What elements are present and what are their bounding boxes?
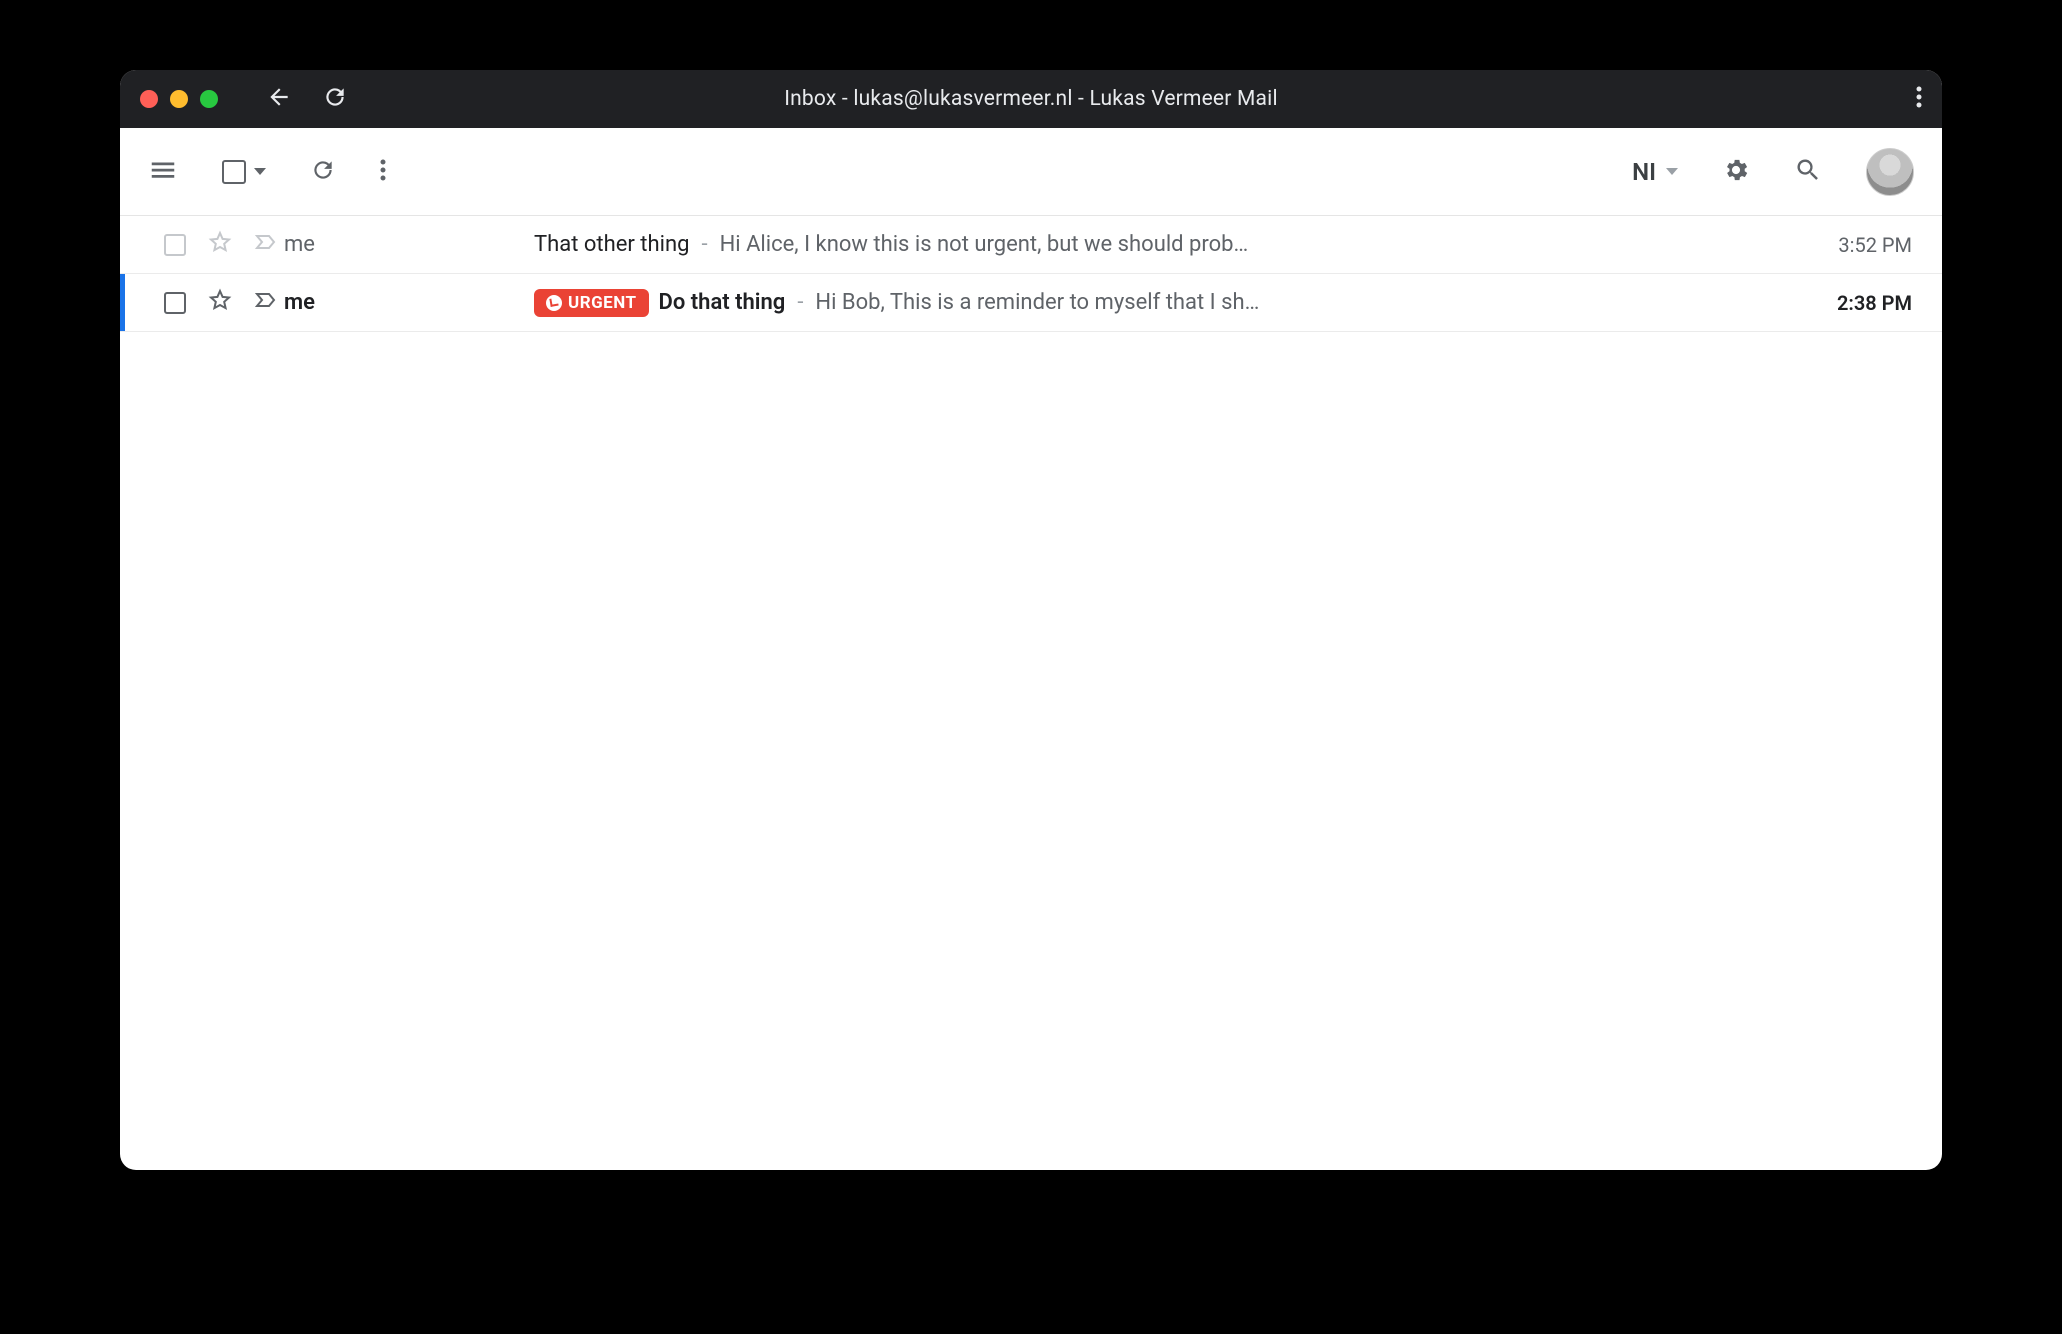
search-icon[interactable]: [1794, 156, 1822, 188]
sender: me: [284, 232, 534, 257]
important-icon[interactable]: [254, 288, 278, 318]
row-checkbox[interactable]: [164, 234, 186, 256]
input-tools-label: NI: [1632, 158, 1656, 186]
timestamp: 3:52 PM: [1802, 233, 1912, 257]
input-tools-button[interactable]: NI: [1632, 158, 1678, 186]
subject: That other thing: [534, 232, 689, 257]
subject: Do that thing: [659, 290, 786, 315]
back-icon[interactable]: [266, 84, 292, 114]
titlebar: Inbox - lukas@lukasvermeer.nl - Lukas Ve…: [120, 70, 1942, 128]
titlebar-overflow-icon[interactable]: [1916, 86, 1922, 112]
row-icons: [208, 288, 278, 318]
minimize-window-button[interactable]: [170, 90, 188, 108]
maximize-window-button[interactable]: [200, 90, 218, 108]
row-checkbox[interactable]: [164, 292, 186, 314]
toolbar-right: NI: [1632, 148, 1914, 196]
app-window: Inbox - lukas@lukasvermeer.nl - Lukas Ve…: [120, 70, 1942, 1170]
snippet: Hi Bob, This is a reminder to myself tha…: [815, 290, 1259, 315]
checkbox-icon: [222, 160, 246, 184]
separator: -: [797, 290, 803, 315]
more-actions-icon[interactable]: [380, 158, 386, 186]
label-text: URGENT: [568, 293, 637, 313]
mail-toolbar: NI: [120, 128, 1942, 216]
select-all-checkbox[interactable]: [222, 160, 266, 184]
message-row[interactable]: me That other thing - Hi Alice, I know t…: [120, 216, 1942, 274]
message-summary: URGENT Do that thing - Hi Bob, This is a…: [534, 289, 1784, 317]
main-menu-icon[interactable]: [148, 155, 178, 189]
star-icon[interactable]: [208, 288, 232, 318]
account-avatar[interactable]: [1866, 148, 1914, 196]
separator: -: [701, 232, 707, 257]
window-controls: [140, 90, 218, 108]
message-list: me That other thing - Hi Alice, I know t…: [120, 216, 1942, 332]
chevron-down-icon: [1666, 168, 1678, 175]
browser-nav: [266, 84, 348, 114]
message-summary: That other thing - Hi Alice, I know this…: [534, 232, 1784, 257]
window-title: Inbox - lukas@lukasvermeer.nl - Lukas Ve…: [784, 87, 1278, 111]
timestamp: 2:38 PM: [1802, 291, 1912, 315]
clock-icon: [546, 295, 562, 311]
sender: me: [284, 290, 534, 315]
reload-icon[interactable]: [322, 84, 348, 114]
chevron-down-icon: [254, 168, 266, 175]
row-icons: [208, 230, 278, 260]
message-row[interactable]: me URGENT Do that thing - Hi Bob, This i…: [120, 274, 1942, 332]
close-window-button[interactable]: [140, 90, 158, 108]
label-urgent[interactable]: URGENT: [534, 289, 649, 317]
important-icon[interactable]: [254, 230, 278, 260]
toolbar-left: [148, 155, 386, 189]
refresh-icon[interactable]: [310, 157, 336, 187]
star-icon[interactable]: [208, 230, 232, 260]
settings-icon[interactable]: [1722, 156, 1750, 188]
snippet: Hi Alice, I know this is not urgent, but…: [720, 232, 1249, 257]
